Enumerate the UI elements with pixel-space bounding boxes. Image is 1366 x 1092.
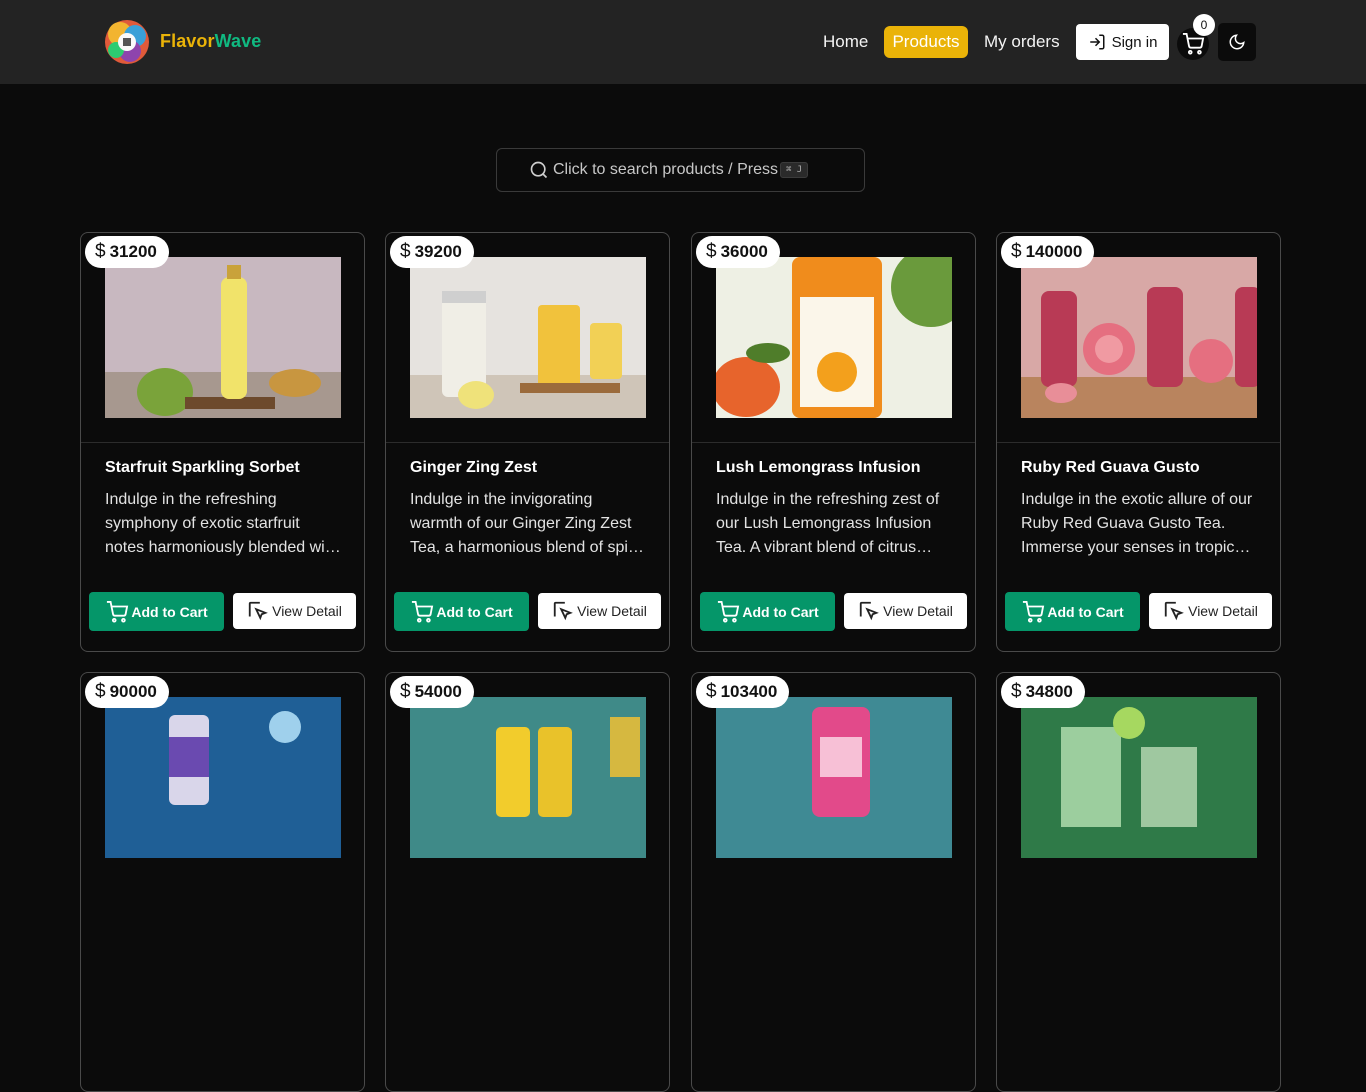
brand-logo-icon[interactable] [102, 14, 152, 70]
cursor-click-icon [553, 601, 573, 621]
product-image[interactable] [716, 697, 952, 858]
nav-orders-link[interactable]: My orders [976, 26, 1068, 58]
price-value: 31200 [109, 242, 157, 261]
cart-icon [1182, 33, 1205, 55]
cart-count-badge: 0 [1193, 14, 1215, 36]
nav-products-link[interactable]: Products [884, 26, 968, 58]
card-divider [692, 442, 975, 443]
product-image[interactable] [1021, 257, 1257, 418]
sign-in-label: Sign in [1111, 33, 1158, 51]
product-description: Indulge in the refreshing symphony of ex… [105, 491, 339, 556]
product-title[interactable]: Lush Lemongrass Infusion [716, 459, 920, 477]
view-detail-button[interactable]: View Detail [233, 593, 356, 629]
view-detail-label: View Detail [272, 603, 342, 619]
search-bar[interactable]: Click to search products / Press ⌘ J [496, 148, 865, 192]
product-description: Indulge in the invigorating warmth of ou… [410, 491, 645, 556]
product-image[interactable] [716, 257, 952, 418]
product-image[interactable] [105, 697, 341, 858]
cart-icon [107, 600, 129, 623]
card-divider [997, 442, 1280, 443]
product-card [80, 672, 365, 1092]
dollar-icon: $ [400, 681, 411, 702]
price-badge: $ 34800 [1001, 676, 1085, 708]
view-detail-label: View Detail [1188, 603, 1258, 619]
card-divider [81, 442, 364, 443]
dollar-icon: $ [706, 241, 717, 262]
add-to-cart-label: Add to Cart [1047, 603, 1124, 620]
add-to-cart-button[interactable]: Add to Cart [394, 592, 529, 631]
search-placeholder: Click to search products / Press [553, 161, 778, 178]
search-shortcut-key: ⌘ J [779, 162, 809, 178]
product-image[interactable] [410, 257, 646, 418]
price-value: 39200 [414, 242, 462, 261]
price-value: 103400 [720, 682, 778, 701]
price-badge: $ 54000 [390, 676, 474, 708]
cart-icon [412, 600, 434, 623]
add-to-cart-button[interactable]: Add to Cart [89, 592, 224, 631]
price-badge: $ 36000 [696, 236, 780, 268]
product-card: Ruby Red Guava Gusto Indulge in the exot… [996, 232, 1281, 652]
product-card [996, 672, 1281, 1092]
view-detail-label: View Detail [883, 603, 953, 619]
product-title[interactable]: Ginger Zing Zest [410, 459, 537, 477]
search-icon [530, 161, 548, 179]
add-to-cart-label: Add to Cart [131, 603, 208, 620]
price-badge: $ 140000 [1001, 236, 1095, 268]
add-to-cart-label: Add to Cart [436, 603, 513, 620]
product-description: Indulge in the refreshing zest of our Lu… [716, 491, 940, 556]
price-value: 140000 [1025, 242, 1083, 261]
view-detail-label: View Detail [577, 603, 647, 619]
price-badge: $ 31200 [85, 236, 169, 268]
product-title[interactable]: Starfruit Sparkling Sorbet [105, 459, 300, 477]
product-description: Indulge in the exotic allure of our Ruby… [1021, 491, 1253, 556]
product-card: Lush Lemongrass Infusion Indulge in the … [691, 232, 976, 652]
view-detail-button[interactable]: View Detail [1149, 593, 1272, 629]
price-value: 34800 [1025, 682, 1073, 701]
price-badge: $ 39200 [390, 236, 474, 268]
cursor-click-icon [1164, 601, 1184, 621]
product-title[interactable]: Ruby Red Guava Gusto [1021, 459, 1200, 477]
price-value: 36000 [720, 242, 768, 261]
add-to-cart-button[interactable]: Add to Cart [1005, 592, 1140, 631]
add-to-cart-button[interactable]: Add to Cart [700, 592, 835, 631]
dollar-icon: $ [1011, 241, 1022, 262]
sign-in-button[interactable]: Sign in [1076, 24, 1169, 60]
navbar: FlavorWave Home Products My orders Sign … [0, 0, 1366, 84]
brand-name[interactable]: FlavorWave [160, 31, 261, 52]
product-card: Ginger Zing Zest Indulge in the invigora… [385, 232, 670, 652]
dollar-icon: $ [1011, 681, 1022, 702]
add-to-cart-label: Add to Cart [742, 603, 819, 620]
cursor-click-icon [859, 601, 879, 621]
dollar-icon: $ [95, 241, 106, 262]
dollar-icon: $ [400, 241, 411, 262]
view-detail-button[interactable]: View Detail [844, 593, 967, 629]
card-divider [386, 442, 669, 443]
price-badge: $ 90000 [85, 676, 169, 708]
dollar-icon: $ [706, 681, 717, 702]
moon-icon [1229, 34, 1245, 50]
price-value: 54000 [414, 682, 462, 701]
product-card [385, 672, 670, 1092]
view-detail-button[interactable]: View Detail [538, 593, 661, 629]
product-card [691, 672, 976, 1092]
cursor-click-icon [248, 601, 268, 621]
product-image[interactable] [1021, 697, 1257, 858]
brand-name-part1: Flavor [160, 31, 215, 51]
price-value: 90000 [109, 682, 157, 701]
cart-icon [1023, 600, 1045, 623]
brand-name-part2: Wave [214, 31, 262, 51]
dollar-icon: $ [95, 681, 106, 702]
product-image[interactable] [410, 697, 646, 858]
sign-in-icon [1089, 34, 1105, 50]
product-image[interactable] [105, 257, 341, 418]
cart-icon [718, 600, 740, 623]
product-card: Starfruit Sparkling Sorbet Indulge in th… [80, 232, 365, 652]
nav-home-link[interactable]: Home [815, 26, 876, 58]
price-badge: $ 103400 [696, 676, 790, 708]
theme-toggle-button[interactable] [1218, 23, 1256, 61]
